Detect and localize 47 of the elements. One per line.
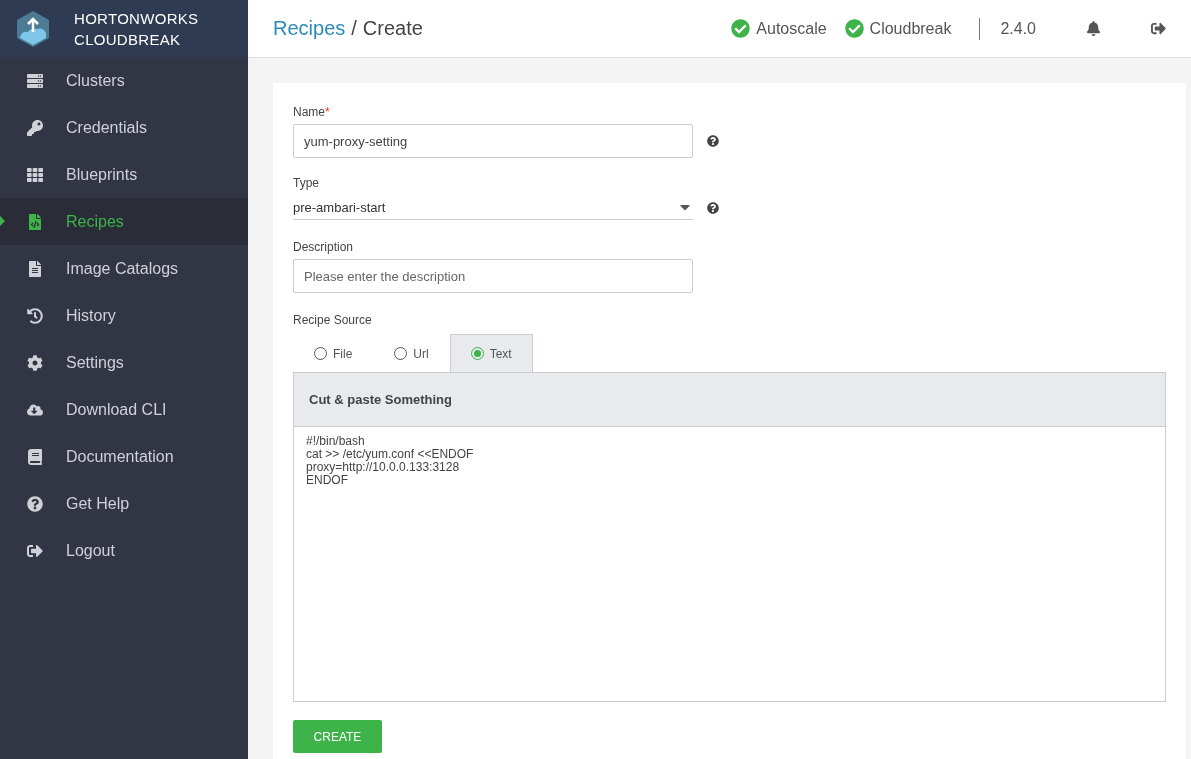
sidebar-item[interactable]: Download CLI bbox=[0, 386, 248, 433]
source-tab[interactable]: Text bbox=[449, 334, 533, 372]
check-icon bbox=[844, 19, 864, 38]
grid-icon bbox=[27, 166, 43, 183]
panel-title: Cut & paste Something bbox=[293, 372, 1166, 426]
help-icon bbox=[27, 495, 43, 512]
breadcrumb-link[interactable]: Recipes bbox=[273, 17, 346, 40]
document-icon bbox=[27, 260, 43, 277]
description-input[interactable]: Please enter the description bbox=[293, 259, 693, 293]
code-editor[interactable]: #!/bin/bash cat >> /etc/yum.conf <<ENDOF proxy=http://10.0.0.133:3128 ENDOF bbox=[293, 426, 1166, 702]
sidebar-item[interactable]: Clusters bbox=[0, 57, 248, 104]
book-icon bbox=[27, 448, 43, 465]
sidebar-item[interactable]: Documentation bbox=[0, 433, 248, 480]
sidebar-item[interactable]: Recipes bbox=[0, 198, 248, 245]
active-pointer-icon bbox=[0, 216, 5, 226]
breadcrumb-separator: / bbox=[351, 17, 357, 40]
sidebar-item[interactable]: Settings bbox=[0, 339, 248, 386]
service-status: Cloudbreak bbox=[844, 19, 952, 38]
sidebar-item[interactable]: History bbox=[0, 292, 248, 339]
help-icon[interactable] bbox=[707, 201, 719, 214]
sidebar-item[interactable]: Credentials bbox=[0, 104, 248, 151]
sidebar-item[interactable]: Get Help bbox=[0, 480, 248, 527]
logout-button[interactable] bbox=[1151, 21, 1166, 36]
sidebar-item[interactable]: Blueprints bbox=[0, 151, 248, 198]
settings-icon bbox=[27, 354, 43, 371]
code-file-icon bbox=[27, 213, 43, 230]
server-icon bbox=[27, 72, 43, 89]
version-label: 2.4.0 bbox=[1000, 19, 1036, 38]
field-label: Recipe Source bbox=[293, 313, 373, 327]
check-icon bbox=[731, 19, 751, 38]
sidebar-item[interactable]: Logout bbox=[0, 527, 248, 574]
field-label: Description bbox=[293, 240, 355, 254]
field-label: Name* bbox=[293, 105, 331, 119]
field-label: Type bbox=[293, 176, 320, 190]
cloud-download-icon bbox=[27, 401, 43, 418]
help-icon[interactable] bbox=[707, 135, 719, 147]
name-input[interactable]: yum-proxy-setting bbox=[293, 124, 693, 158]
history-icon bbox=[27, 307, 43, 324]
notifications-button[interactable] bbox=[1086, 21, 1101, 36]
logout-icon bbox=[27, 542, 43, 559]
key-icon bbox=[27, 119, 43, 136]
service-status: Autoscale bbox=[731, 19, 827, 38]
type-select[interactable]: pre-ambari-start bbox=[293, 195, 693, 220]
sidebar-item[interactable]: Image Catalogs bbox=[0, 245, 248, 292]
page-title: Create bbox=[362, 17, 423, 40]
logo-icon bbox=[16, 9, 50, 48]
brand-name: HORTONWORKS CLOUDBREAK bbox=[74, 8, 199, 50]
